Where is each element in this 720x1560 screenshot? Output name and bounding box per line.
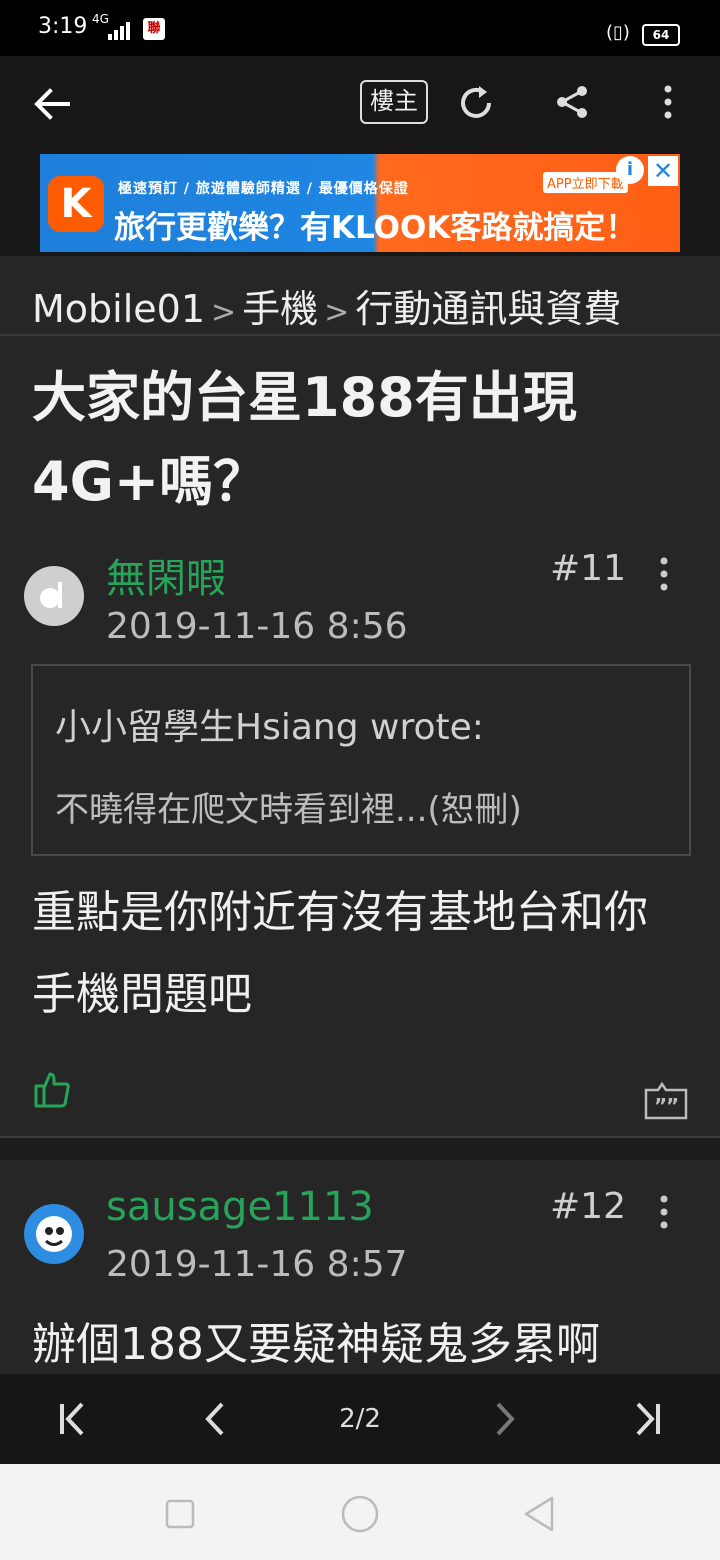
avatar[interactable] xyxy=(24,1204,84,1264)
user-avatar-icon xyxy=(36,1216,72,1252)
breadcrumb-item-mobile01[interactable]: Mobile01 xyxy=(32,287,205,331)
klook-logo: K xyxy=(48,176,104,232)
refresh-icon[interactable] xyxy=(455,82,497,124)
original-poster-filter-button[interactable]: 樓主 xyxy=(360,80,428,124)
klook-ad-banner[interactable]: K 極速預訂 / 旅遊體驗師精選 / 最優價格保證 旅行更歡樂？有KLOOK客路… xyxy=(40,154,680,252)
ad-headline: 旅行更歡樂？有KLOOK客路就搞定！ xyxy=(114,210,637,246)
status-time: 3:19 xyxy=(38,14,88,39)
ad-app-button[interactable]: APP立即下載 xyxy=(543,172,628,193)
post-date: 2019-11-16 8:57 xyxy=(106,1244,408,1285)
vibrate-icon: (▯) xyxy=(606,22,630,43)
system-navigation-bar xyxy=(0,1464,720,1560)
post-more-icon[interactable] xyxy=(656,1194,672,1230)
more-options-icon[interactable] xyxy=(660,84,676,120)
notification-icon: 聯 xyxy=(143,18,165,40)
thread-title: 大家的台星188有出現4G+嗎？ xyxy=(32,366,577,513)
signal-icon xyxy=(108,22,130,40)
battery-icon: 64 xyxy=(642,24,680,46)
back-icon[interactable] xyxy=(520,1494,560,1534)
post-date: 2019-11-16 8:56 xyxy=(106,606,408,647)
breadcrumb-separator: > xyxy=(211,295,237,330)
page-indicator[interactable]: 2/2 xyxy=(320,1404,400,1434)
default-avatar-icon xyxy=(40,582,62,608)
home-icon[interactable] xyxy=(340,1494,380,1534)
recents-icon[interactable] xyxy=(160,1494,200,1534)
quote-author: 小小留學生Hsiang wrote: xyxy=(55,707,484,748)
like-thumb-icon[interactable] xyxy=(32,1070,72,1110)
post-more-icon[interactable] xyxy=(656,556,672,592)
ad-container: K 極速預訂 / 旅遊體驗師精選 / 最優價格保證 旅行更歡樂？有KLOOK客路… xyxy=(0,150,720,256)
next-page-icon[interactable] xyxy=(484,1396,524,1442)
post-body: 重點是你附近有沒有基地台和你手機問題吧 xyxy=(32,887,648,1020)
breadcrumb-item-telecom[interactable]: 行動通訊與資費 xyxy=(355,287,621,331)
first-page-icon[interactable] xyxy=(52,1396,92,1442)
network-type-label: 4G xyxy=(92,12,109,26)
ad-close-icon[interactable]: ✕ xyxy=(648,156,678,186)
ad-tagline: 極速預訂 / 旅遊體驗師精選 / 最優價格保證 xyxy=(118,181,409,197)
last-page-icon[interactable] xyxy=(628,1396,668,1442)
breadcrumb-separator: > xyxy=(324,295,350,330)
breadcrumb-item-phones[interactable]: 手機 xyxy=(242,287,318,331)
quote-text: 不曉得在爬文時看到裡...(恕刪) xyxy=(55,790,522,830)
back-arrow-icon[interactable] xyxy=(32,84,72,124)
post-username[interactable]: sausage1113 xyxy=(106,1184,374,1230)
post-username[interactable]: 無閑暇 xyxy=(106,546,226,604)
avatar[interactable] xyxy=(24,566,84,626)
status-bar: 3:19 4G 聯 (▯) 64 xyxy=(0,0,720,56)
divider xyxy=(0,334,720,336)
top-toolbar: 樓主 xyxy=(0,56,720,150)
post-separator xyxy=(0,1136,720,1160)
post-floor-number: #12 xyxy=(550,1186,626,1227)
ad-info-icon[interactable]: i xyxy=(616,156,644,184)
quote-block: 小小留學生Hsiang wrote: 不曉得在爬文時看到裡...(恕刪) xyxy=(31,664,691,856)
quote-reply-icon[interactable]: ” ” xyxy=(644,1082,688,1120)
breadcrumb: Mobile01 > 手機 > 行動通訊與資費 xyxy=(32,278,621,333)
post-floor-number: #11 xyxy=(550,548,626,589)
pagination-bar: 2/2 xyxy=(0,1374,720,1464)
share-icon[interactable] xyxy=(554,84,590,120)
svg-text:”: ” xyxy=(666,1094,679,1118)
previous-page-icon[interactable] xyxy=(196,1396,236,1442)
